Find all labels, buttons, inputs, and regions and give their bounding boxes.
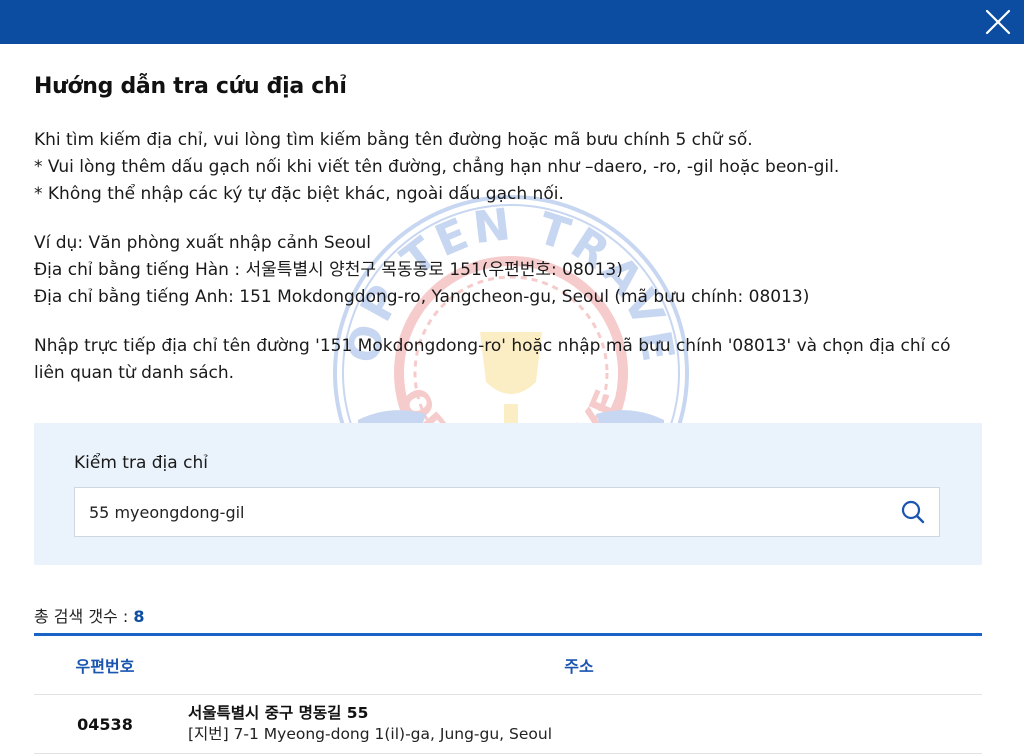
search-label: Kiểm tra địa chỉ bbox=[74, 453, 208, 473]
page-title: Hướng dẫn tra cứu địa chỉ bbox=[34, 74, 347, 99]
example-korean-address: Địa chỉ bằng tiếng Hàn : 서울특별시 양천구 목동동로 … bbox=[34, 260, 623, 280]
column-header-zip: 우편번호 bbox=[75, 657, 135, 676]
search-box bbox=[74, 487, 940, 537]
search-icon bbox=[901, 500, 925, 524]
table-row[interactable]: 04538 서울특별시 중구 명동길 55 [지번] 7-1 Myeong-do… bbox=[34, 695, 982, 754]
guide-line: * Vui lòng thêm dấu gạch nối khi viết tê… bbox=[34, 157, 840, 177]
road-address: 서울특별시 중구 명동길 55 bbox=[188, 704, 369, 722]
result-count-number: 8 bbox=[133, 607, 145, 626]
address-cell: 서울특별시 중구 명동길 55 [지번] 7-1 Myeong-dong 1(i… bbox=[176, 703, 982, 745]
dialog-header-bar bbox=[0, 0, 1024, 44]
table-header: 우편번호 주소 bbox=[34, 636, 982, 695]
close-icon bbox=[985, 9, 1011, 35]
address-search-panel: Kiểm tra địa chỉ bbox=[34, 423, 982, 565]
search-instruction: Nhập trực tiếp địa chỉ tên đường '151 Mo… bbox=[34, 336, 951, 383]
result-count: 총 검색 갯수 : 8 bbox=[34, 603, 144, 627]
example-english-address: Địa chỉ bằng tiếng Anh: 151 Mokdongdong-… bbox=[34, 287, 810, 307]
close-button[interactable] bbox=[980, 4, 1016, 40]
zip-code: 04538 bbox=[77, 714, 133, 734]
results-table: 우편번호 주소 04538 서울특별시 중구 명동길 55 [지번] 7-1 M… bbox=[34, 633, 982, 754]
example-heading: Ví dụ: Văn phòng xuất nhập cảnh Seoul bbox=[34, 233, 371, 253]
guide-line: Khi tìm kiếm địa chỉ, vui lòng tìm kiếm … bbox=[34, 130, 753, 150]
search-guide: Khi tìm kiếm địa chỉ, vui lòng tìm kiếm … bbox=[34, 127, 982, 387]
column-header-address: 주소 bbox=[564, 657, 594, 676]
guide-line: * Không thể nhập các ký tự đặc biệt khác… bbox=[34, 184, 564, 204]
search-input[interactable] bbox=[75, 488, 903, 536]
guide-content: Hướng dẫn tra cứu địa chỉ Khi tìm kiếm đ… bbox=[34, 74, 982, 387]
search-button[interactable] bbox=[899, 498, 927, 526]
lot-address: [지번] 7-1 Myeong-dong 1(il)-ga, Jung-gu, … bbox=[188, 725, 553, 743]
result-count-label: 총 검색 갯수 : bbox=[34, 607, 129, 626]
